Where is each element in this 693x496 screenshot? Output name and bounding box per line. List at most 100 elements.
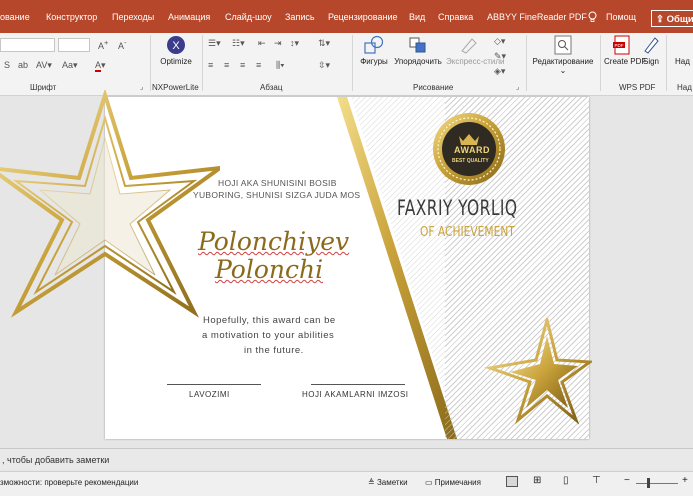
optimize-label: Optimize	[160, 57, 192, 66]
numbering-icon[interactable]: ☷▾	[232, 38, 245, 49]
search-icon	[554, 35, 572, 55]
recipient-name-line-1[interactable]: Polonchiyev	[198, 227, 349, 256]
font-color-icon[interactable]: A▾	[95, 60, 106, 72]
menu-tab-design[interactable]: Конструктор	[46, 12, 97, 22]
large-star-icon	[0, 90, 220, 318]
decrease-indent-icon[interactable]: ⇤	[258, 38, 266, 49]
addins-button[interactable]: Над	[675, 57, 690, 66]
menu-tab-animation[interactable]: Анимация	[168, 12, 210, 22]
lightbulb-icon	[587, 11, 598, 22]
align-right-icon[interactable]: ≡	[240, 60, 245, 70]
notes-placeholder[interactable]: , чтобы добавить заметки	[2, 455, 109, 465]
arrange-button[interactable]: Упорядочить	[393, 35, 443, 66]
zoom-slider-track[interactable]	[636, 483, 678, 484]
char-spacing-icon[interactable]: ab	[18, 60, 28, 70]
signature-line-right	[311, 384, 405, 385]
slideshow-view-icon[interactable]: ⊤	[592, 475, 601, 486]
message-line-1[interactable]: Hopefully, this award can be	[203, 315, 336, 326]
editing-button[interactable]: Редактирование ⌄	[530, 35, 596, 75]
menu-tab-insert[interactable]: ование	[0, 12, 30, 22]
menu-tab-slideshow[interactable]: Слайд-шоу	[225, 12, 272, 22]
line-spacing-icon[interactable]: ↕▾	[290, 38, 299, 49]
grow-font-icon[interactable]: A+	[98, 38, 108, 51]
drawing-dialog-launcher-icon[interactable]: ⌟	[516, 83, 519, 91]
zoom-slider-handle[interactable]	[647, 478, 650, 488]
badge-award-text: AWARD	[454, 145, 490, 155]
optimize-button[interactable]: X Optimize	[156, 35, 196, 66]
express-styles-label: Экспресс-стили	[446, 57, 505, 66]
recipient-name-line-2[interactable]: Polonchi	[215, 255, 323, 284]
bullets-icon[interactable]: ☰▾	[208, 38, 221, 49]
comments-button-label: Примечания	[434, 478, 481, 487]
separator	[352, 35, 353, 91]
increase-indent-icon[interactable]: ⇥	[274, 38, 282, 49]
font-name-combo[interactable]	[0, 38, 55, 52]
message-line-3[interactable]: in the future.	[244, 345, 304, 356]
zoom-out-icon[interactable]: −	[624, 475, 630, 486]
accessibility-status[interactable]: зможности: проверьте рекомендации	[0, 478, 138, 487]
shape-fill-icon[interactable]: ◇▾	[494, 36, 505, 47]
strikethrough-icon[interactable]: S	[4, 60, 10, 70]
svg-text:PDF: PDF	[615, 43, 624, 48]
certificate-subtitle[interactable]: OF ACHIEVEMENT	[420, 225, 515, 240]
text-direction-icon[interactable]: ⇅▾	[318, 38, 330, 49]
comments-button[interactable]: ▭ Примечания	[425, 478, 481, 487]
notes-icon: ≜	[368, 478, 375, 487]
group-label-addins: Над	[677, 83, 692, 92]
shape-effects-icon[interactable]: ◈▾	[494, 66, 505, 77]
zoom-in-icon[interactable]: +	[682, 475, 688, 486]
separator	[526, 35, 527, 91]
notes-pane[interactable]: , чтобы добавить заметки	[0, 448, 693, 470]
normal-view-icon[interactable]	[506, 476, 518, 487]
align-text-icon[interactable]: ⇳▾	[318, 60, 330, 71]
align-center-icon[interactable]: ≡	[224, 60, 229, 70]
express-styles-button[interactable]: Экспресс-стили	[446, 35, 505, 66]
signature-label-left[interactable]: LAVOZIMI	[189, 390, 230, 399]
small-star-icon	[484, 318, 592, 425]
group-label-paragraph: Абзац	[260, 83, 283, 92]
shape-outline-icon[interactable]: ✎▾	[494, 51, 506, 62]
align-left-icon[interactable]: ≡	[208, 60, 213, 70]
char-spacing-dropdown-icon[interactable]: AV▾	[36, 60, 52, 71]
justify-icon[interactable]: ≡	[256, 60, 261, 70]
comment-icon: ▭	[425, 478, 433, 487]
group-label-drawing: Рисование	[413, 83, 454, 92]
badge-quality-text: BEST QUALITY	[452, 158, 489, 164]
arrange-icon	[409, 37, 426, 53]
intro-line-1[interactable]: HOJI AKA SHUNISINI BOSIB	[218, 178, 337, 188]
arrange-label: Упорядочить	[394, 57, 442, 66]
pen-icon	[644, 37, 659, 54]
slide-sorter-icon[interactable]: ⊞	[533, 475, 541, 486]
nxpowerlite-icon: X	[167, 36, 185, 54]
svg-text:X: X	[172, 40, 180, 52]
share-button[interactable]: ⇪ Общи	[651, 10, 693, 27]
columns-icon[interactable]: ⫼▾	[276, 60, 285, 71]
share-label: Общи	[666, 14, 693, 25]
menu-tab-record[interactable]: Запись	[285, 12, 315, 22]
sign-button[interactable]: Sign	[640, 35, 662, 66]
separator	[202, 35, 203, 91]
certificate-title[interactable]: FAXRIY YORLIQ	[397, 196, 517, 220]
shrink-font-icon[interactable]: A-	[118, 38, 127, 51]
menu-tab-tellme[interactable]: Помощ	[606, 12, 636, 22]
menu-tab-view[interactable]: Вид	[409, 12, 425, 22]
change-case-icon[interactable]: Aa▾	[62, 60, 78, 71]
group-label-wps-pdf: WPS PDF	[619, 83, 656, 92]
shapes-button[interactable]: Фигуры	[356, 35, 392, 66]
status-bar: зможности: проверьте рекомендации ≜ Заме…	[0, 471, 693, 496]
menu-tab-transitions[interactable]: Переходы	[112, 12, 154, 22]
editing-label: Редактирование	[532, 57, 594, 66]
notes-button[interactable]: ≜ Заметки	[368, 478, 408, 487]
create-pdf-button[interactable]: PDF Create PDF	[604, 35, 646, 67]
reading-view-icon[interactable]: ▯	[563, 475, 569, 486]
menu-tab-review[interactable]: Рецензирование	[328, 12, 398, 22]
message-line-2[interactable]: a motivation to your abilities	[202, 330, 334, 341]
menu-tab-abbyy[interactable]: ABBYY FineReader PDF	[487, 12, 587, 22]
shapes-icon	[364, 35, 384, 54]
chevron-down-icon: ⌄	[559, 66, 567, 75]
font-size-combo[interactable]	[58, 38, 90, 52]
menu-tab-help[interactable]: Справка	[438, 12, 473, 22]
menu-bar: ование Конструктор Переходы Анимация Сла…	[0, 0, 693, 33]
signature-line-left	[167, 384, 261, 385]
signature-label-right[interactable]: HOJI AKAMLARNI IMZOSI	[302, 390, 409, 399]
